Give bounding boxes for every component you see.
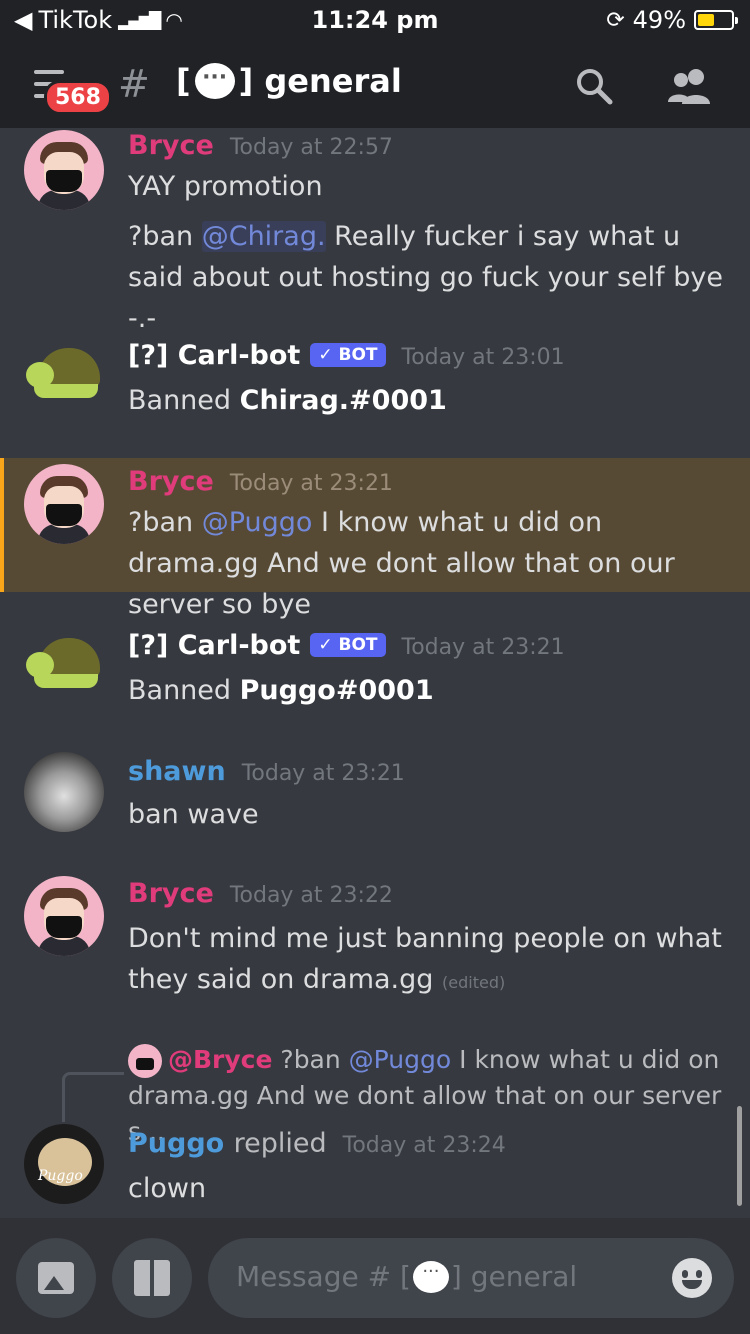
message-placeholder: Message # [] general (236, 1260, 577, 1293)
scrollbar[interactable] (737, 1106, 742, 1206)
message-text: ?ban @Puggo I know what u did on drama.g… (128, 507, 675, 620)
bot-badge: ✓ BOT (310, 633, 386, 657)
status-right: ⟳ 49% (606, 6, 738, 34)
avatar[interactable] (24, 340, 104, 420)
timestamp: Today at 23:21 (241, 761, 405, 786)
bot-badge: ✓ BOT (310, 343, 386, 367)
message-composer: Message # [] general (0, 1218, 750, 1334)
reply-connector (62, 1072, 124, 1122)
message-text: YAY promotion (128, 171, 323, 202)
author-name[interactable]: Bryce Today at 23:21 (128, 466, 393, 497)
author-name[interactable]: shawn Today at 23:21 (128, 756, 405, 787)
attach-image-button[interactable] (16, 1238, 96, 1318)
edited-label: (edited) (442, 973, 506, 992)
author-name[interactable]: Bryce Today at 23:22 (128, 878, 393, 909)
timestamp: Today at 23:21 (229, 471, 393, 496)
avatar[interactable] (24, 130, 104, 210)
message-text: Don't mind me just banning people on wha… (128, 923, 722, 995)
message-list[interactable]: Bryce Today at 22:57 YAY promotion ?ban @… (0, 128, 750, 1218)
timestamp: Today at 22:57 (229, 135, 393, 160)
timestamp: Today at 23:24 (342, 1133, 506, 1158)
speech-bubble-icon (412, 1260, 449, 1293)
message-text: Banned Chirag.#0001 (128, 385, 447, 416)
message-text: ?ban @Chirag. Really fucker i say what u… (128, 221, 723, 334)
timestamp: Today at 23:22 (229, 883, 393, 908)
message-input[interactable]: Message # [] general (208, 1238, 734, 1318)
author-name[interactable]: Puggo replied Today at 23:24 (128, 1128, 506, 1159)
avatar[interactable]: Puggo (24, 1124, 104, 1204)
author-name[interactable]: [?] Carl-bot ✓ BOT Today at 23:01 (128, 340, 565, 371)
gift-icon (134, 1260, 170, 1296)
members-icon[interactable] (666, 66, 714, 106)
avatar[interactable] (24, 630, 104, 710)
speech-bubble-icon (194, 63, 235, 99)
mention[interactable]: @Chirag. (201, 221, 326, 252)
reply-avatar (128, 1044, 162, 1078)
battery-percent: 49% (632, 6, 686, 34)
channel-title[interactable]: [ ] general (176, 62, 402, 100)
avatar[interactable] (24, 752, 104, 832)
message-text: Banned Puggo#0001 (128, 675, 434, 706)
message-text: ban wave (128, 799, 259, 830)
channel-title-suffix: ] general (238, 62, 402, 100)
battery-icon (694, 10, 738, 30)
mention[interactable]: @Puggo (202, 507, 313, 538)
channel-hash-icon: # (118, 62, 150, 106)
channel-header: 568 # [ ] general (0, 44, 750, 128)
author-name[interactable]: [?] Carl-bot ✓ BOT Today at 23:21 (128, 630, 565, 661)
channel-title-prefix: [ (176, 62, 191, 100)
notification-badge: 568 (44, 80, 112, 115)
orientation-lock-icon: ⟳ (606, 7, 625, 33)
timestamp: Today at 23:01 (401, 345, 565, 370)
status-bar: ◀ TikTok ▂▄▆█ ◠ 11:24 pm ⟳ 49% (0, 0, 750, 44)
reply-author[interactable]: @Bryce (168, 1045, 272, 1074)
gift-button[interactable] (112, 1238, 192, 1318)
image-icon (38, 1262, 74, 1294)
avatar[interactable] (24, 876, 104, 956)
replied-label: replied (233, 1128, 327, 1159)
timestamp: Today at 23:21 (401, 635, 565, 660)
author-name[interactable]: Bryce Today at 22:57 (128, 130, 393, 161)
message-text: clown (128, 1173, 207, 1204)
avatar[interactable] (24, 464, 104, 544)
emoji-icon[interactable] (672, 1258, 712, 1298)
mention[interactable]: @Puggo (349, 1045, 452, 1074)
search-icon[interactable] (574, 66, 614, 106)
